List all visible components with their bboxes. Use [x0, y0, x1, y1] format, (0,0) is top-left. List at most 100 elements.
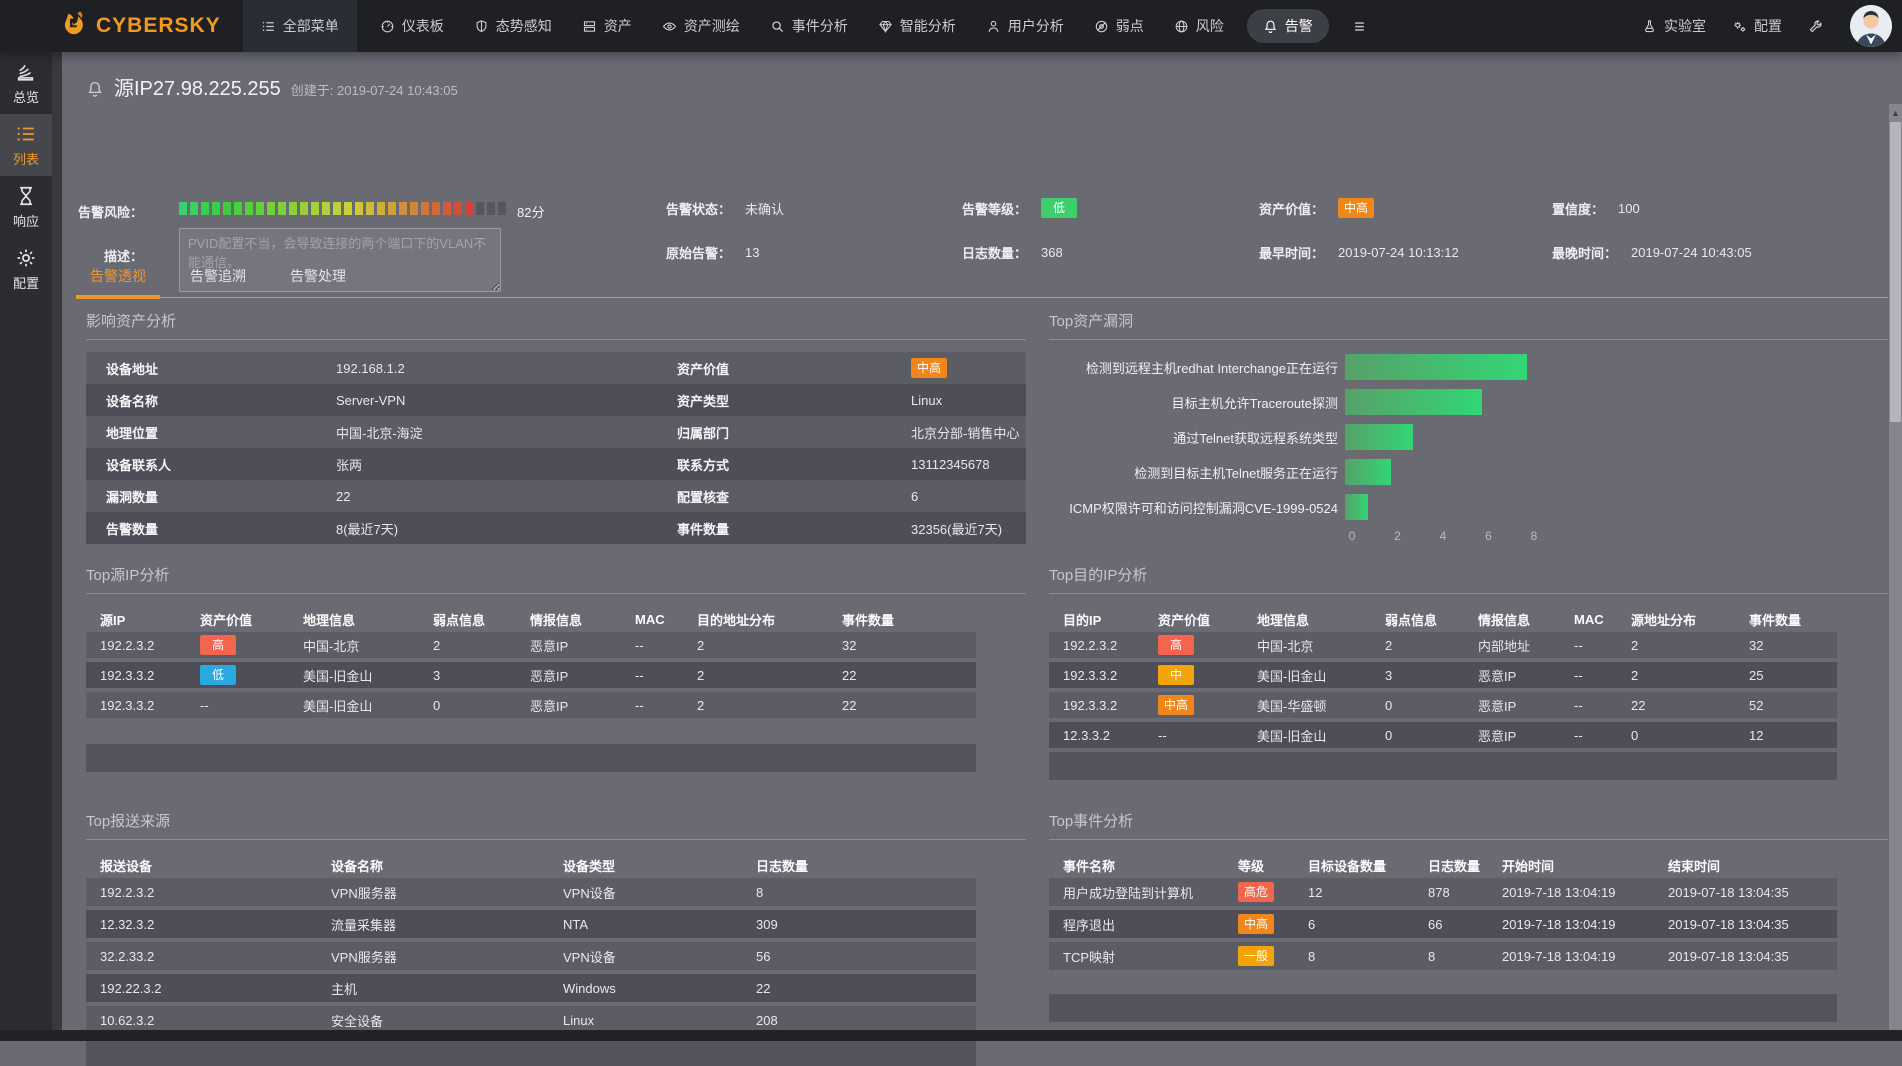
risk-segment — [476, 202, 484, 215]
kv-label: 地理位置 — [106, 423, 336, 442]
table-cell: 22 — [842, 668, 976, 683]
table-cell: -- — [1574, 638, 1631, 653]
kv-table-row: 设备联系人张两联系方式13112345678 — [86, 448, 1026, 480]
nav-item-intelligent-analysis[interactable]: 智能分析 — [863, 0, 971, 52]
nav-item-tools[interactable] — [1795, 0, 1836, 52]
kv-value: Server-VPN — [336, 393, 677, 408]
table-cell: 安全设备 — [331, 1011, 563, 1030]
nav-item-user-analysis[interactable]: 用户分析 — [971, 0, 1079, 52]
level-badge: 高 — [200, 635, 236, 655]
axis-tick-label: 8 — [1531, 529, 1538, 543]
detail-tabs: 告警透视 告警追溯 告警处理 — [86, 266, 1888, 298]
sidebar-item-response[interactable]: 响应 — [0, 176, 52, 238]
summary-field-2-2: 最早时间：2019-07-24 10:13:12 — [1259, 240, 1459, 264]
pagination-strip — [86, 744, 976, 772]
risk-segment — [465, 202, 473, 215]
summary-field-1-0: 告警状态：未确认 — [666, 196, 784, 220]
table-cell: 2 — [697, 638, 842, 653]
kv-table-row: 地理位置中国-北京-海淀归属部门北京分部-销售中心 — [86, 416, 1026, 448]
nav-item-label: 用户分析 — [1008, 16, 1064, 36]
axis-tick-label: 2 — [1394, 529, 1401, 543]
table-cell: 恶意IP — [530, 636, 635, 655]
kv-table-row: 漏洞数量22配置核查6 — [86, 480, 1026, 512]
eye-icon — [662, 19, 677, 34]
kv-value: Linux — [911, 393, 1026, 408]
kv-value: 6 — [911, 489, 1026, 504]
sidebar-collapse-strip — [52, 52, 62, 1041]
table-cell: VPN服务器 — [331, 883, 563, 902]
kv-table-row: 设备地址192.168.1.2资产价值中高 — [86, 352, 1026, 384]
level-badge: 高 — [1158, 635, 1194, 655]
avatar[interactable] — [1850, 5, 1892, 47]
sidebar-item-list[interactable]: 列表 — [0, 114, 52, 176]
risk-segment — [333, 202, 341, 215]
risk-segment — [256, 202, 264, 215]
risk-segment — [388, 202, 396, 215]
risk-segment — [355, 202, 363, 215]
table-cell: -- — [635, 668, 697, 683]
risk-segment — [300, 202, 308, 215]
table-cell: 一般 — [1238, 946, 1308, 966]
events-table: 事件名称等级目标设备数量日志数量开始时间结束时间用户成功登陆到计算机高危1287… — [1049, 852, 1837, 970]
nav-item-event-analysis[interactable]: 事件分析 — [755, 0, 863, 52]
nav-item-laboratory[interactable]: 实验室 — [1629, 0, 1719, 52]
nav-item-more-menu[interactable] — [1337, 0, 1382, 52]
field-value: 100 — [1618, 201, 1640, 216]
tab-alert-perspective[interactable]: 告警透视 — [86, 266, 150, 286]
table-cell: 低 — [200, 665, 303, 685]
scroll-up-arrow-icon[interactable]: ▲ — [1889, 106, 1902, 120]
table-header-row: 源IP资产价值地理信息弱点信息情报信息MAC目的地址分布事件数量 — [86, 606, 976, 632]
column-header: 事件数量 — [842, 610, 976, 629]
table-cell: 流量采集器 — [331, 915, 563, 934]
nav-item-label: 全部菜单 — [283, 16, 339, 36]
table-header-row: 报送设备设备名称设备类型日志数量 — [86, 852, 976, 878]
risk-segment — [278, 202, 286, 215]
table-cell: 25 — [1749, 668, 1837, 683]
user-icon — [986, 19, 1001, 34]
column-header: 目标设备数量 — [1308, 856, 1428, 875]
sidebar-item-config[interactable]: 配置 — [0, 238, 52, 300]
nav-item-asset-mapping[interactable]: 资产测绘 — [647, 0, 755, 52]
vertical-scrollbar[interactable]: ▲ ▼ — [1889, 104, 1902, 1041]
table-cell: -- — [1574, 728, 1631, 743]
table-cell: 恶意IP — [1478, 696, 1574, 715]
table-cell: 2 — [697, 668, 842, 683]
nav-item-configuration[interactable]: 配置 — [1719, 0, 1795, 52]
pagination-strip — [86, 1038, 976, 1066]
nav-item-situation-awareness[interactable]: 态势感知 — [459, 0, 567, 52]
column-header: 报送设备 — [100, 856, 331, 875]
panel-top-report-source: Top报送来源 报送设备设备名称设备类型日志数量192.2.3.2VPN服务器V… — [86, 806, 1026, 1066]
kv-label: 联系方式 — [677, 455, 911, 474]
nav-item-alerts[interactable]: 告警 — [1247, 9, 1329, 43]
list-icon — [15, 123, 37, 145]
risk-score: 82分 — [517, 202, 544, 221]
risk-segment — [234, 202, 242, 215]
wrench-icon — [1808, 19, 1823, 34]
column-header: 地理信息 — [303, 610, 433, 629]
nav-item-risk[interactable]: 风险 — [1159, 0, 1239, 52]
nav-item-weakness[interactable]: 弱点 — [1079, 0, 1159, 52]
kv-label: 设备地址 — [106, 359, 336, 378]
table-cell: 32 — [842, 638, 976, 653]
scrollbar-thumb[interactable] — [1890, 122, 1901, 422]
table-cell: 8 — [1428, 949, 1502, 964]
kv-value: 北京分部-销售中心 — [911, 423, 1026, 442]
table-cell: 2019-7-18 13:04:19 — [1502, 917, 1668, 932]
table-cell: 22 — [842, 698, 976, 713]
table-cell: 2019-07-18 13:04:35 — [1668, 917, 1837, 932]
panels-grid: 影响资产分析 设备地址192.168.1.2资产价值中高设备名称Server-V… — [86, 306, 1888, 1041]
sidebar-item-overview[interactable]: 总览 — [0, 52, 52, 114]
nav-item-dashboard[interactable]: 仪表板 — [365, 0, 459, 52]
table-cell: 2 — [1631, 638, 1749, 653]
tab-alert-handle[interactable]: 告警处理 — [286, 266, 350, 286]
risk-segment — [377, 202, 385, 215]
nav-item-menu-all[interactable]: 全部菜单 — [243, 0, 357, 52]
brand-logo[interactable]: CYBERSKY — [0, 0, 243, 52]
kv-label: 设备名称 — [106, 391, 336, 410]
nav-item-assets[interactable]: 资产 — [567, 0, 647, 52]
table-cell: 中国-北京 — [1257, 636, 1385, 655]
bottom-edge-bar — [0, 1030, 1902, 1041]
tab-alert-trace[interactable]: 告警追溯 — [186, 266, 250, 286]
risk-segment — [498, 202, 506, 215]
column-header: 日志数量 — [1428, 856, 1502, 875]
